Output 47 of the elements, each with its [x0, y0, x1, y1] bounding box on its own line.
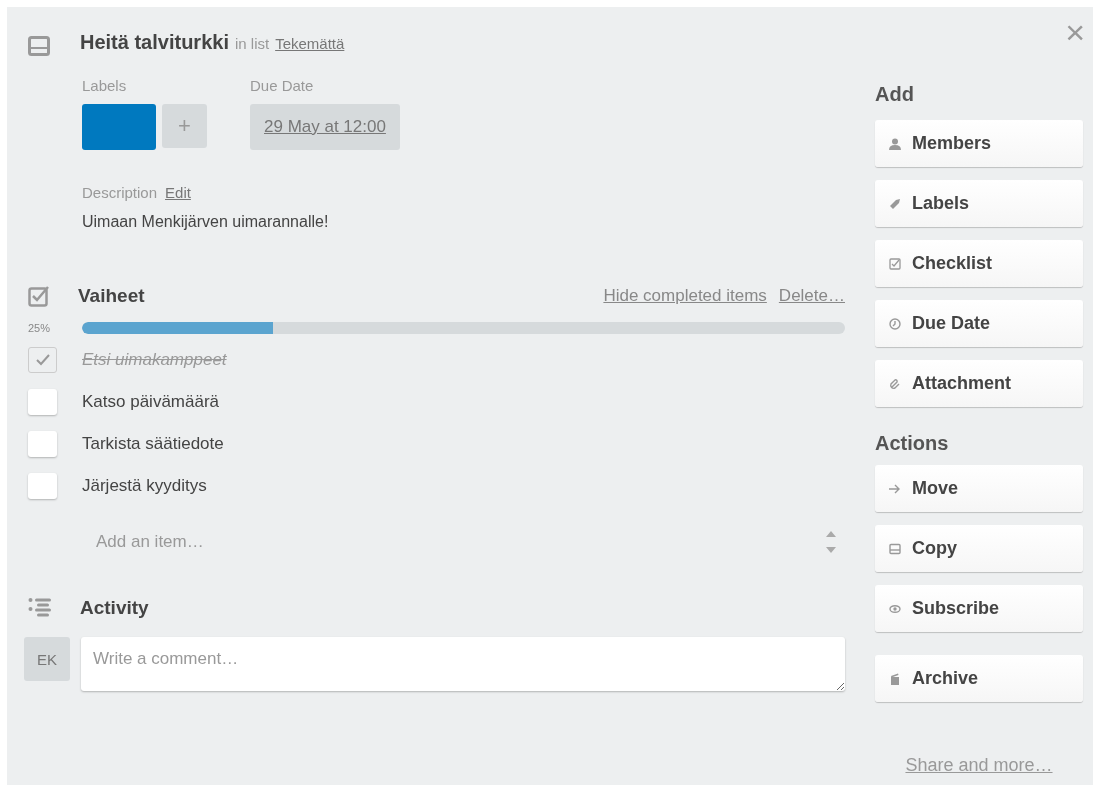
- sidebar-button[interactable]: Attachment: [875, 360, 1083, 407]
- person-icon: [889, 137, 901, 150]
- list-link[interactable]: Tekemättä: [275, 35, 345, 52]
- sidebar-button[interactable]: Checklist: [875, 240, 1083, 287]
- tag-icon: [889, 197, 901, 210]
- card-title: Heitä talviturkki: [80, 31, 229, 54]
- sidebar-button[interactable]: Labels: [875, 180, 1083, 227]
- activity-list-icon: [28, 597, 52, 619]
- eye-icon: [889, 602, 901, 615]
- checkbox[interactable]: [28, 431, 57, 457]
- labels-heading: Labels: [82, 77, 128, 94]
- archive-box-icon: [889, 672, 901, 685]
- checklist-item-text: Tarkista säätiedote: [82, 434, 224, 454]
- description-heading: Description: [82, 184, 158, 201]
- activity-title: Activity: [80, 597, 149, 619]
- comment-field[interactable]: Write a comment…: [81, 637, 845, 691]
- checkbox[interactable]: [28, 473, 57, 499]
- progress-percent: 25%: [28, 322, 52, 334]
- checklist-item-text: Katso päivämäärä: [82, 392, 220, 412]
- sidebar-button[interactable]: Archive: [875, 655, 1083, 702]
- sidebar-button[interactable]: Members: [875, 120, 1083, 167]
- card-icon: [28, 36, 50, 56]
- checklist-item-text: Järjestä kyyditys: [82, 476, 207, 496]
- add-item-field[interactable]: Add an item…: [94, 531, 825, 553]
- label-chip[interactable]: [82, 104, 156, 150]
- sidebar-button[interactable]: Copy: [875, 525, 1083, 572]
- checkbox[interactable]: [28, 347, 57, 373]
- checkbox[interactable]: [28, 389, 57, 415]
- checkbox-icon: [28, 285, 50, 307]
- check-icon: [35, 354, 50, 366]
- sidebar-button[interactable]: Subscribe: [875, 585, 1083, 632]
- edit-link[interactable]: Edit: [165, 184, 191, 201]
- paperclip-icon: [889, 377, 901, 390]
- sidebar-button[interactable]: Move: [875, 465, 1083, 512]
- sidebar-button[interactable]: Due Date: [875, 300, 1083, 347]
- checkbox-icon: [889, 257, 901, 270]
- card-icon: [889, 542, 901, 555]
- list-prefix: in list: [234, 35, 270, 52]
- arrow-icon: [889, 482, 901, 495]
- checklist-title: Vaiheet: [78, 285, 145, 307]
- description-text: Uimaan Menkijärven uimarannalle!: [82, 213, 330, 231]
- actions-heading: Actions: [875, 432, 950, 455]
- add-heading: Add: [875, 83, 915, 106]
- scroll-arrows-icon: [825, 529, 837, 555]
- checklist-item-text: Etsi uimakamppeet: [82, 350, 227, 370]
- clock-icon: [889, 317, 901, 330]
- due-date-heading: Due Date: [250, 77, 315, 94]
